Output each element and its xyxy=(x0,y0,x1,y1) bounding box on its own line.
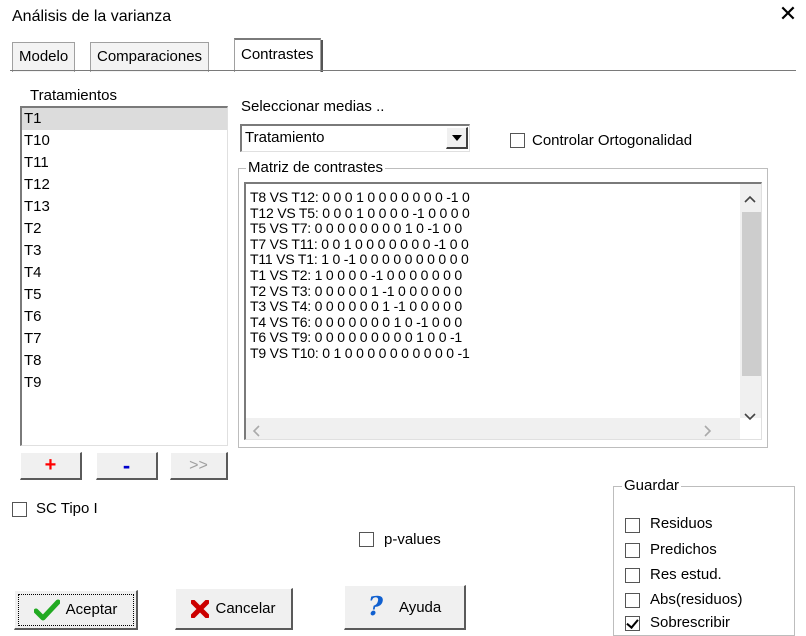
matriz-line: T12 VS T5: 0 0 0 1 0 0 0 0 -1 0 0 0 0 xyxy=(250,204,470,221)
list-item[interactable]: T9 xyxy=(22,372,227,394)
abs-residuos-checkbox[interactable] xyxy=(625,593,640,608)
matriz-line: T11 VS T1: 1 0 -1 0 0 0 0 0 0 0 0 0 0 xyxy=(250,251,469,268)
matriz-label: Matriz de contrastes xyxy=(246,159,386,176)
list-item[interactable]: T5 xyxy=(22,284,227,306)
sobrescribir-checkbox[interactable] xyxy=(625,616,640,631)
window-title: Análisis de la varianza xyxy=(12,8,172,25)
matriz-line: T7 VS T11: 0 0 1 0 0 0 0 0 0 0 -1 0 0 xyxy=(250,235,469,252)
controlar-ortogonalidad-checkbox[interactable] xyxy=(510,133,525,148)
abs-residuos-label: Abs(residuos) xyxy=(650,591,743,608)
cancelar-button[interactable]: Cancelar xyxy=(175,588,293,630)
matriz-line: T6 VS T9: 0 0 0 0 0 0 0 0 0 1 0 0 -1 xyxy=(250,329,463,346)
p-values-label: p-values xyxy=(384,531,441,548)
list-item[interactable]: T10 xyxy=(22,130,227,152)
vertical-scrollbar-thumb[interactable] xyxy=(742,212,761,376)
matriz-line: T1 VS T2: 1 0 0 0 0 -1 0 0 0 0 0 0 0 xyxy=(250,266,463,283)
vertical-scrollbar[interactable] xyxy=(740,184,761,421)
horizontal-scrollbar[interactable] xyxy=(246,418,740,439)
list-item[interactable]: T3 xyxy=(22,240,227,262)
tab-modelo[interactable]: Modelo xyxy=(12,42,76,72)
seleccionar-medias-value: Tratamiento xyxy=(245,129,325,146)
predichos-checkbox[interactable] xyxy=(625,543,640,558)
cross-icon xyxy=(191,599,210,618)
remove-button[interactable]: - xyxy=(96,452,158,480)
minus-icon: - xyxy=(122,452,131,478)
chevron-left-icon[interactable] xyxy=(252,424,260,439)
checkmark-icon xyxy=(33,599,60,620)
cancelar-label: Cancelar xyxy=(215,600,276,617)
residuos-checkbox[interactable] xyxy=(625,518,640,533)
list-item[interactable]: T6 xyxy=(22,306,227,328)
tab-comparaciones[interactable]: Comparaciones xyxy=(90,42,210,72)
list-item[interactable]: T11 xyxy=(22,152,227,174)
sobrescribir-label: Sobrescribir xyxy=(650,614,731,631)
list-item[interactable]: T12 xyxy=(22,174,227,196)
tratamientos-label: Tratamientos xyxy=(30,87,117,104)
aceptar-label: Aceptar xyxy=(65,601,118,618)
sc-tipo-i-label: SC Tipo I xyxy=(36,500,98,517)
list-item[interactable]: T8 xyxy=(22,350,227,372)
matriz-line: T8 VS T12: 0 0 0 1 0 0 0 0 0 0 0 -1 0 xyxy=(250,189,470,205)
tab-panel-border xyxy=(10,70,796,71)
predichos-label: Predichos xyxy=(650,541,717,558)
move-button[interactable]: >> xyxy=(170,452,228,480)
seleccionar-medias-label: Seleccionar medias .. xyxy=(241,98,385,115)
p-values-checkbox[interactable] xyxy=(359,532,374,547)
sc-tipo-i-checkbox[interactable] xyxy=(12,502,27,517)
aceptar-button[interactable]: Aceptar xyxy=(14,590,138,630)
tab-contrastes[interactable]: Contrastes xyxy=(234,38,323,72)
list-item[interactable]: T4 xyxy=(22,262,227,284)
seleccionar-medias-select[interactable]: Tratamiento xyxy=(240,124,470,152)
close-icon[interactable]: ✕ xyxy=(774,2,802,27)
matriz-textarea[interactable]: T8 VS T12: 0 0 0 1 0 0 0 0 0 0 0 -1 0 T1… xyxy=(244,182,762,440)
chevron-up-icon[interactable] xyxy=(744,190,756,207)
ayuda-button[interactable]: ? Ayuda xyxy=(344,585,466,630)
matriz-line: T9 VS T10: 0 1 0 0 0 0 0 0 0 0 0 0 -1 xyxy=(250,344,470,361)
double-chevron-right-icon: >> xyxy=(189,456,208,474)
matriz-line: T2 VS T3: 0 0 0 0 0 1 -1 0 0 0 0 0 0 xyxy=(250,282,463,299)
add-button[interactable]: + xyxy=(20,452,82,480)
list-item[interactable]: T2 xyxy=(22,218,227,240)
matriz-text: T8 VS T12: 0 0 0 1 0 0 0 0 0 0 0 -1 0 T1… xyxy=(250,189,470,362)
residuos-label: Residuos xyxy=(650,515,713,532)
list-item[interactable]: T7 xyxy=(22,328,227,350)
chevron-right-icon[interactable] xyxy=(704,424,712,439)
matriz-line: T5 VS T7: 0 0 0 0 0 0 0 0 1 0 -1 0 0 xyxy=(250,220,463,237)
ayuda-label: Ayuda xyxy=(398,598,442,616)
tratamientos-list[interactable]: T1 T10 T11 T12 T13 T2 T3 T4 T5 T6 T7 T8 … xyxy=(20,106,228,446)
list-item[interactable]: T1 xyxy=(22,108,227,130)
list-item[interactable]: T13 xyxy=(22,196,227,218)
chevron-down-icon[interactable] xyxy=(744,408,756,425)
matriz-line: T3 VS T4: 0 0 0 0 0 0 1 -1 0 0 0 0 0 xyxy=(250,298,463,315)
plus-icon: + xyxy=(44,454,57,476)
help-icon: ? xyxy=(367,592,383,622)
res-estud-label: Res estud. xyxy=(650,566,722,583)
controlar-ortogonalidad-label: Controlar Ortogonalidad xyxy=(532,132,693,149)
guardar-label: Guardar xyxy=(622,477,682,494)
chevron-down-icon[interactable] xyxy=(446,127,468,149)
res-estud-checkbox[interactable] xyxy=(625,568,640,583)
matriz-line: T4 VS T6: 0 0 0 0 0 0 0 1 0 -1 0 0 0 xyxy=(250,313,463,330)
